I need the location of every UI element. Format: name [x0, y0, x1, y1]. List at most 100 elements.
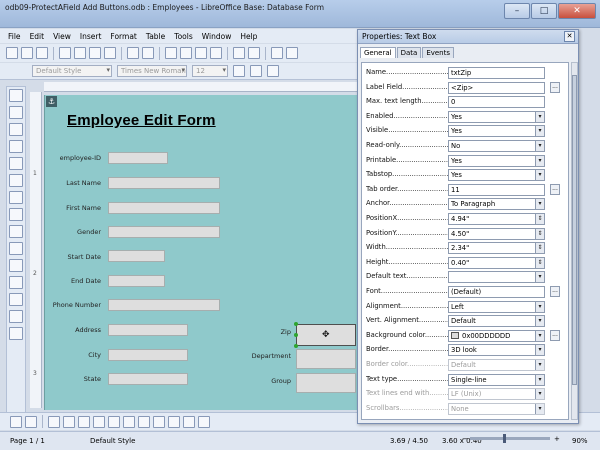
property-value-alignment[interactable]: Left ▾ — [448, 300, 545, 313]
field-department[interactable] — [296, 349, 356, 369]
list-box-icon[interactable] — [9, 259, 23, 272]
scrollbar-thumb[interactable] — [572, 75, 577, 385]
align-icon[interactable] — [138, 415, 150, 428]
menu-tools[interactable]: Tools — [174, 32, 192, 41]
field-state[interactable] — [108, 373, 188, 385]
label-gender[interactable]: Gender — [45, 228, 101, 236]
design-mode-icon[interactable] — [25, 415, 37, 428]
label-end-date[interactable]: End Date — [45, 277, 101, 285]
zoom-slider[interactable] — [470, 437, 550, 440]
chevron-down-icon[interactable]: ▾ — [535, 374, 544, 385]
print-icon[interactable] — [89, 47, 101, 59]
cut-icon[interactable] — [165, 47, 177, 59]
properties-scrollbar[interactable] — [571, 62, 578, 420]
label-state[interactable]: State — [45, 375, 101, 383]
navigator-icon[interactable] — [78, 415, 90, 428]
property-value-max-text-length[interactable]: 0 — [448, 96, 545, 109]
property-value-width[interactable]: 2.34" ⇕ — [448, 242, 545, 255]
new-document-icon[interactable] — [6, 47, 18, 59]
field-employee-id[interactable] — [108, 152, 168, 164]
property-value-anchor[interactable]: To Paragraph ▾ — [448, 198, 545, 211]
property-value-default-text[interactable]: ▾ — [448, 271, 545, 284]
clone-formatting-icon[interactable] — [210, 47, 222, 59]
property-value-label-field[interactable]: <Zip> — [448, 81, 545, 94]
ellipsis-button[interactable]: ... — [550, 286, 560, 297]
tab-data[interactable]: Data — [396, 47, 422, 58]
field-end-date[interactable] — [108, 275, 165, 287]
spin-button-icon[interactable]: ⇕ — [535, 243, 544, 254]
edit-mode-icon[interactable] — [59, 47, 71, 59]
form-navigator-icon[interactable] — [9, 310, 23, 323]
option-button-icon[interactable] — [9, 242, 23, 255]
chevron-down-icon[interactable]: ▾ — [535, 199, 544, 210]
label-zip[interactable]: Zip — [235, 328, 291, 336]
font-icon[interactable] — [9, 293, 23, 306]
bold-icon[interactable] — [233, 65, 245, 77]
field-start-date[interactable] — [108, 250, 165, 262]
label-first-name[interactable]: First Name — [45, 204, 101, 212]
selection-handle[interactable] — [294, 344, 298, 348]
chevron-down-icon[interactable]: ▾ — [535, 316, 544, 327]
font-name-combo[interactable]: Times New Roman — [117, 65, 187, 77]
label-department[interactable]: Department — [235, 352, 291, 360]
chevron-down-icon[interactable]: ▾ — [535, 345, 544, 356]
anchor-icon[interactable] — [123, 415, 135, 428]
add-field-icon[interactable] — [93, 415, 105, 428]
menu-file[interactable]: File — [8, 32, 21, 41]
tab-events[interactable]: Events — [422, 47, 455, 58]
formatted-field-icon[interactable] — [9, 208, 23, 221]
combo-box-icon[interactable] — [9, 276, 23, 289]
property-value-visible[interactable]: Yes ▾ — [448, 125, 545, 138]
spin-button-icon[interactable]: ⇕ — [535, 214, 544, 224]
spin-button-icon[interactable]: ⇕ — [535, 257, 544, 268]
field-group[interactable] — [296, 373, 356, 393]
position-size-icon[interactable] — [153, 415, 165, 428]
close-button[interactable]: ✕ — [558, 3, 596, 19]
ellipse-icon[interactable] — [198, 415, 210, 428]
form-canvas[interactable]: ⚓ Employee Edit Form employee-ID Last Na… — [44, 95, 359, 410]
line-icon[interactable] — [168, 415, 180, 428]
property-value-text-type[interactable]: Single-line ▾ — [448, 373, 545, 386]
ellipsis-button[interactable]: ... — [550, 81, 560, 93]
italic-icon[interactable] — [250, 65, 262, 77]
select-icon[interactable] — [9, 89, 23, 102]
chevron-down-icon[interactable]: ▾ — [535, 170, 544, 181]
field-last-name[interactable] — [108, 177, 220, 189]
tab-order-icon[interactable] — [108, 415, 120, 428]
zoom-in-button[interactable]: + — [554, 435, 560, 443]
select-icon[interactable] — [10, 415, 22, 428]
menu-format[interactable]: Format — [110, 32, 136, 41]
checkbox-icon[interactable] — [9, 174, 23, 187]
spin-button-icon[interactable]: ⇕ — [535, 228, 544, 239]
open-icon[interactable] — [21, 47, 33, 59]
label-field-icon[interactable] — [9, 157, 23, 170]
label-phone-number[interactable]: Phone Number — [45, 301, 101, 309]
chevron-down-icon[interactable]: ▾ — [535, 111, 544, 122]
print-preview-icon[interactable] — [104, 47, 116, 59]
text-box-icon[interactable] — [9, 191, 23, 204]
property-value-name[interactable]: txtZip — [448, 67, 545, 79]
paragraph-style-combo[interactable]: Default Style — [32, 65, 112, 77]
form-properties-icon[interactable] — [63, 415, 75, 428]
label-group[interactable]: Group — [235, 377, 291, 385]
table-icon[interactable] — [286, 47, 298, 59]
chevron-down-icon[interactable]: ▾ — [535, 330, 544, 341]
label-employee-id[interactable]: employee-ID — [45, 154, 101, 162]
field-first-name[interactable] — [108, 202, 220, 214]
chevron-down-icon[interactable]: ▾ — [535, 272, 544, 283]
hyperlink-icon[interactable] — [271, 47, 283, 59]
control-wizards-icon[interactable] — [9, 123, 23, 136]
chevron-down-icon[interactable]: ▾ — [535, 141, 544, 151]
anchor-icon[interactable]: ⚓ — [46, 96, 57, 107]
property-value-enabled[interactable]: Yes ▾ — [448, 110, 545, 123]
export-pdf-icon[interactable] — [74, 47, 86, 59]
field-city[interactable] — [108, 349, 188, 361]
zoom-out-button[interactable]: − — [462, 435, 468, 443]
menu-view[interactable]: View — [53, 32, 71, 41]
design-mode-icon[interactable] — [9, 106, 23, 119]
font-size-combo[interactable]: 12 — [192, 65, 228, 77]
ellipsis-button[interactable]: ... — [550, 329, 560, 341]
property-value-positiony[interactable]: 4.50" ⇕ — [448, 227, 545, 240]
chevron-down-icon[interactable]: ▾ — [535, 301, 544, 312]
zoom-level[interactable]: 90% — [572, 437, 588, 445]
